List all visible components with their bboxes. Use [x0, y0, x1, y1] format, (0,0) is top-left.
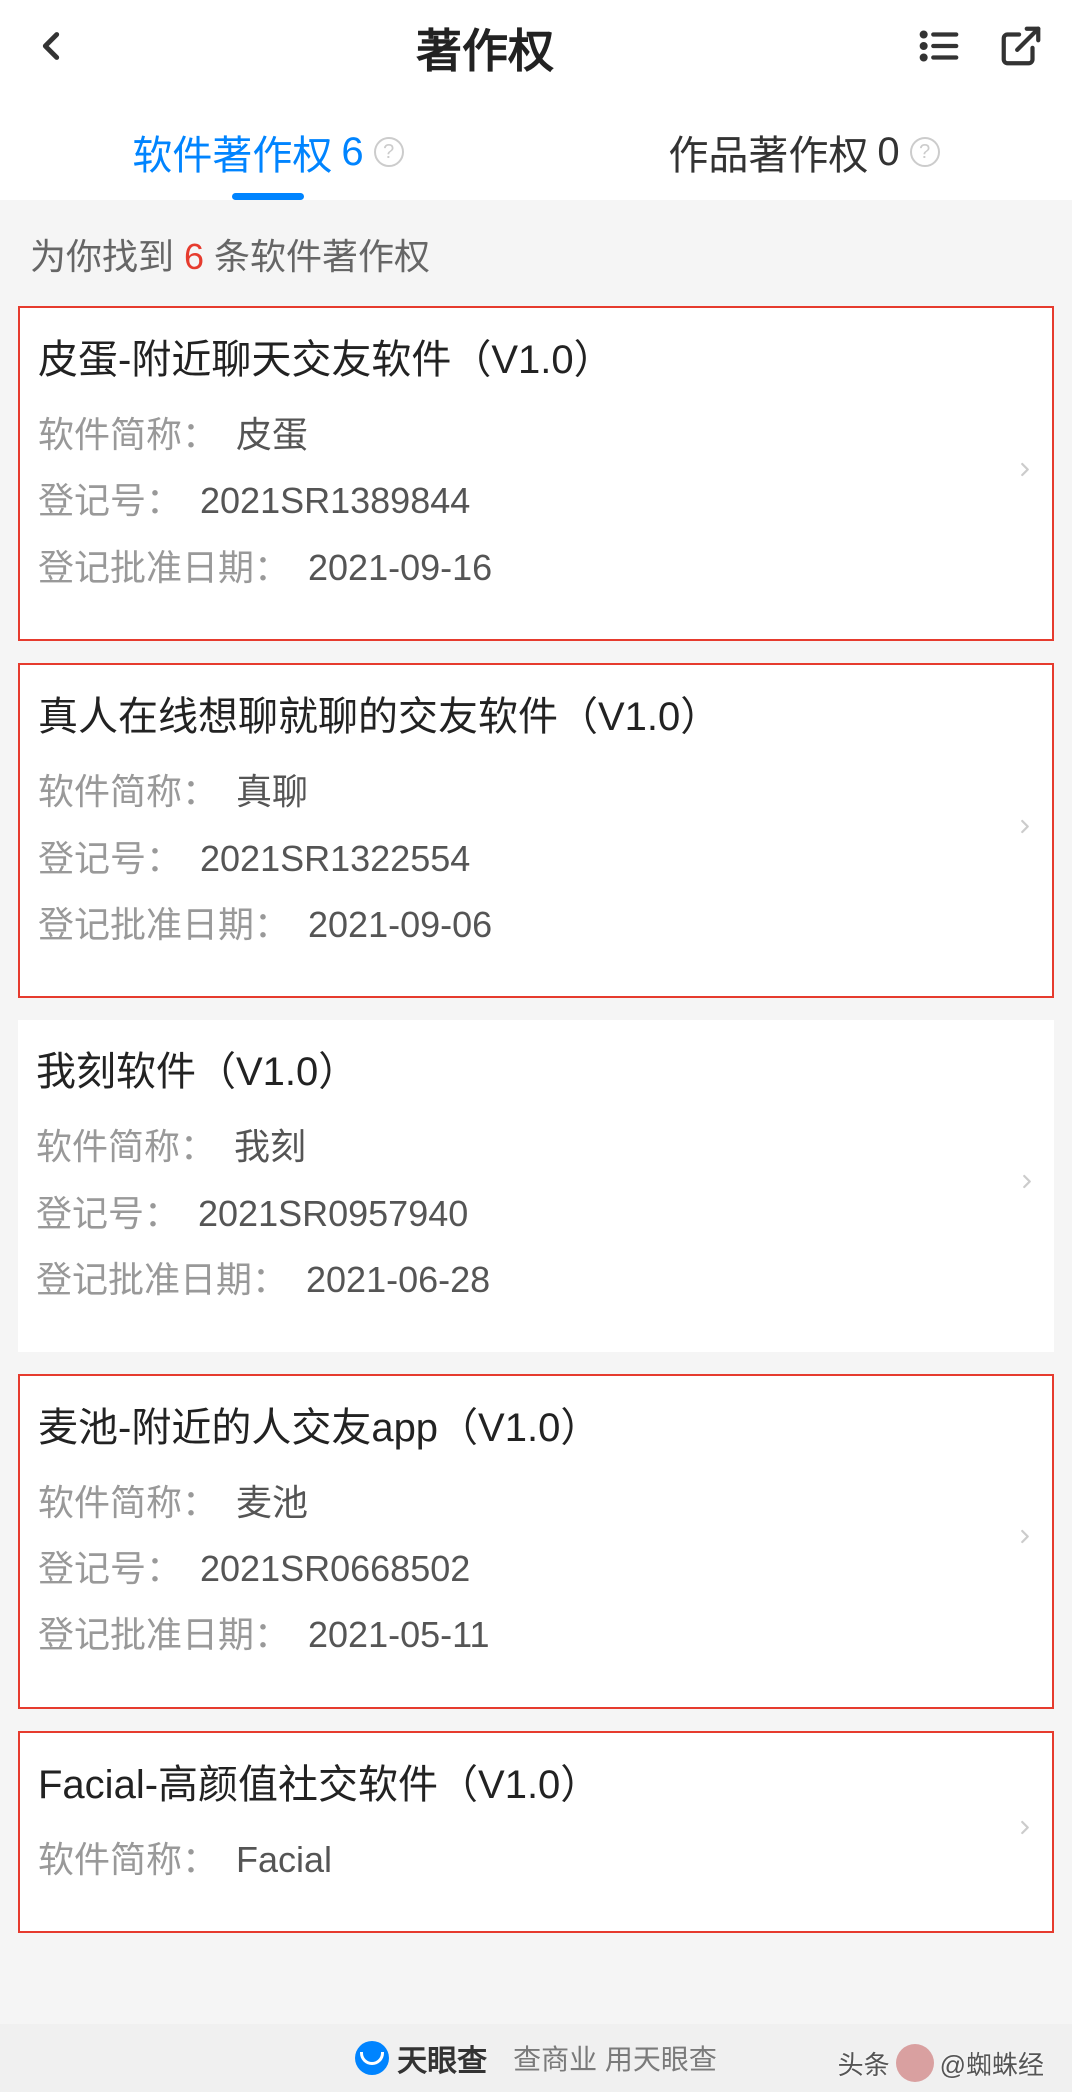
page-title: 著作权	[54, 15, 916, 81]
approve-date-value: 2021-06-28	[306, 1255, 490, 1305]
short-name-label: 软件简称：	[38, 767, 218, 817]
tabs: 软件著作权 6 ? 作品著作权 0 ?	[0, 96, 1072, 200]
chevron-right-icon	[1014, 1808, 1036, 1855]
reg-no-value: 2021SR0668502	[200, 1544, 470, 1594]
brand-logo-icon	[355, 2041, 389, 2075]
short-name-value: 我刻	[234, 1122, 306, 1172]
approve-date-label: 登记批准日期：	[38, 900, 290, 950]
reg-no-label: 登记号：	[38, 834, 182, 884]
short-name-label: 软件简称：	[38, 1478, 218, 1528]
tab-work-copyright[interactable]: 作品著作权 0 ?	[536, 104, 1072, 200]
list-item[interactable]: 皮蛋-附近聊天交友软件（V1.0） 软件简称： 皮蛋登记号： 2021SR13898…	[18, 306, 1054, 641]
list-item[interactable]: 我刻软件（V1.0） 软件简称： 我刻登记号： 2021SR0957940 登记批准日…	[18, 1020, 1054, 1351]
reg-no-label: 登记号：	[36, 1189, 180, 1239]
help-icon[interactable]: ?	[910, 137, 940, 167]
reg-no-label: 登记号：	[38, 476, 182, 526]
brand-slogan: 查商业 用天眼查	[513, 2038, 717, 2078]
result-count: 6	[184, 236, 204, 277]
reg-no-value: 2021SR1322554	[200, 834, 470, 884]
item-title: 麦池-附近的人交友app（V1.0）	[38, 1402, 1034, 1454]
tab-count: 0	[877, 130, 899, 175]
list-item[interactable]: Facial-高颜值社交软件（V1.0） 软件简称： Facial	[18, 1731, 1054, 1933]
help-icon[interactable]: ?	[374, 137, 404, 167]
watermark-prefix: 头条	[838, 2045, 890, 2082]
item-title: 我刻软件（V1.0）	[36, 1046, 1036, 1098]
tab-label: 软件著作权	[132, 123, 332, 181]
short-name-label: 软件简称：	[38, 410, 218, 460]
brand-name: 天眼查	[397, 2036, 487, 2080]
tab-label: 作品著作权	[668, 123, 868, 181]
approve-date-label: 登记批准日期：	[38, 543, 290, 593]
short-name-label: 软件简称：	[36, 1122, 216, 1172]
list-button[interactable]	[916, 23, 962, 74]
item-title: 皮蛋-附近聊天交友软件（V1.0）	[38, 334, 1034, 386]
short-name-value: 真聊	[236, 767, 308, 817]
result-summary: 为你找到 6 条软件著作权	[0, 200, 1072, 306]
short-name-value: 皮蛋	[236, 410, 308, 460]
chevron-right-icon	[1014, 807, 1036, 854]
reg-no-label: 登记号：	[38, 1544, 182, 1594]
reg-no-value: 2021SR1389844	[200, 476, 470, 526]
chevron-right-icon	[1016, 1162, 1038, 1209]
approve-date-value: 2021-09-06	[308, 900, 492, 950]
short-name-value: 麦池	[236, 1478, 308, 1528]
item-title: Facial-高颜值社交软件（V1.0）	[38, 1759, 1034, 1811]
approve-date-label: 登记批准日期：	[38, 1610, 290, 1660]
approve-date-label: 登记批准日期：	[36, 1255, 288, 1305]
short-name-value: Facial	[236, 1835, 332, 1885]
tab-software-copyright[interactable]: 软件著作权 6 ?	[0, 104, 536, 200]
header: 著作权	[0, 0, 1072, 96]
chevron-right-icon	[1014, 450, 1036, 497]
watermark: 头条 @蜘蛛经	[838, 2044, 1044, 2082]
reg-no-value: 2021SR0957940	[198, 1189, 468, 1239]
list-item[interactable]: 真人在线想聊就聊的交友软件（V1.0） 软件简称： 真聊登记号： 2021SR132…	[18, 663, 1054, 998]
share-button[interactable]	[998, 23, 1044, 74]
chevron-right-icon	[1014, 1518, 1036, 1565]
tab-count: 6	[341, 130, 363, 175]
short-name-label: 软件简称：	[38, 1835, 218, 1885]
avatar-icon	[896, 2044, 934, 2082]
list-item[interactable]: 麦池-附近的人交友app（V1.0） 软件简称： 麦池登记号： 2021SR0668…	[18, 1374, 1054, 1709]
external-link-icon	[998, 23, 1044, 69]
approve-date-value: 2021-09-16	[308, 543, 492, 593]
watermark-handle: @蜘蛛经	[940, 2045, 1044, 2082]
list-icon	[916, 23, 962, 69]
approve-date-value: 2021-05-11	[308, 1610, 489, 1660]
item-title: 真人在线想聊就聊的交友软件（V1.0）	[38, 691, 1034, 743]
copyright-list: 皮蛋-附近聊天交友软件（V1.0） 软件简称： 皮蛋登记号： 2021SR13898…	[0, 306, 1072, 1933]
